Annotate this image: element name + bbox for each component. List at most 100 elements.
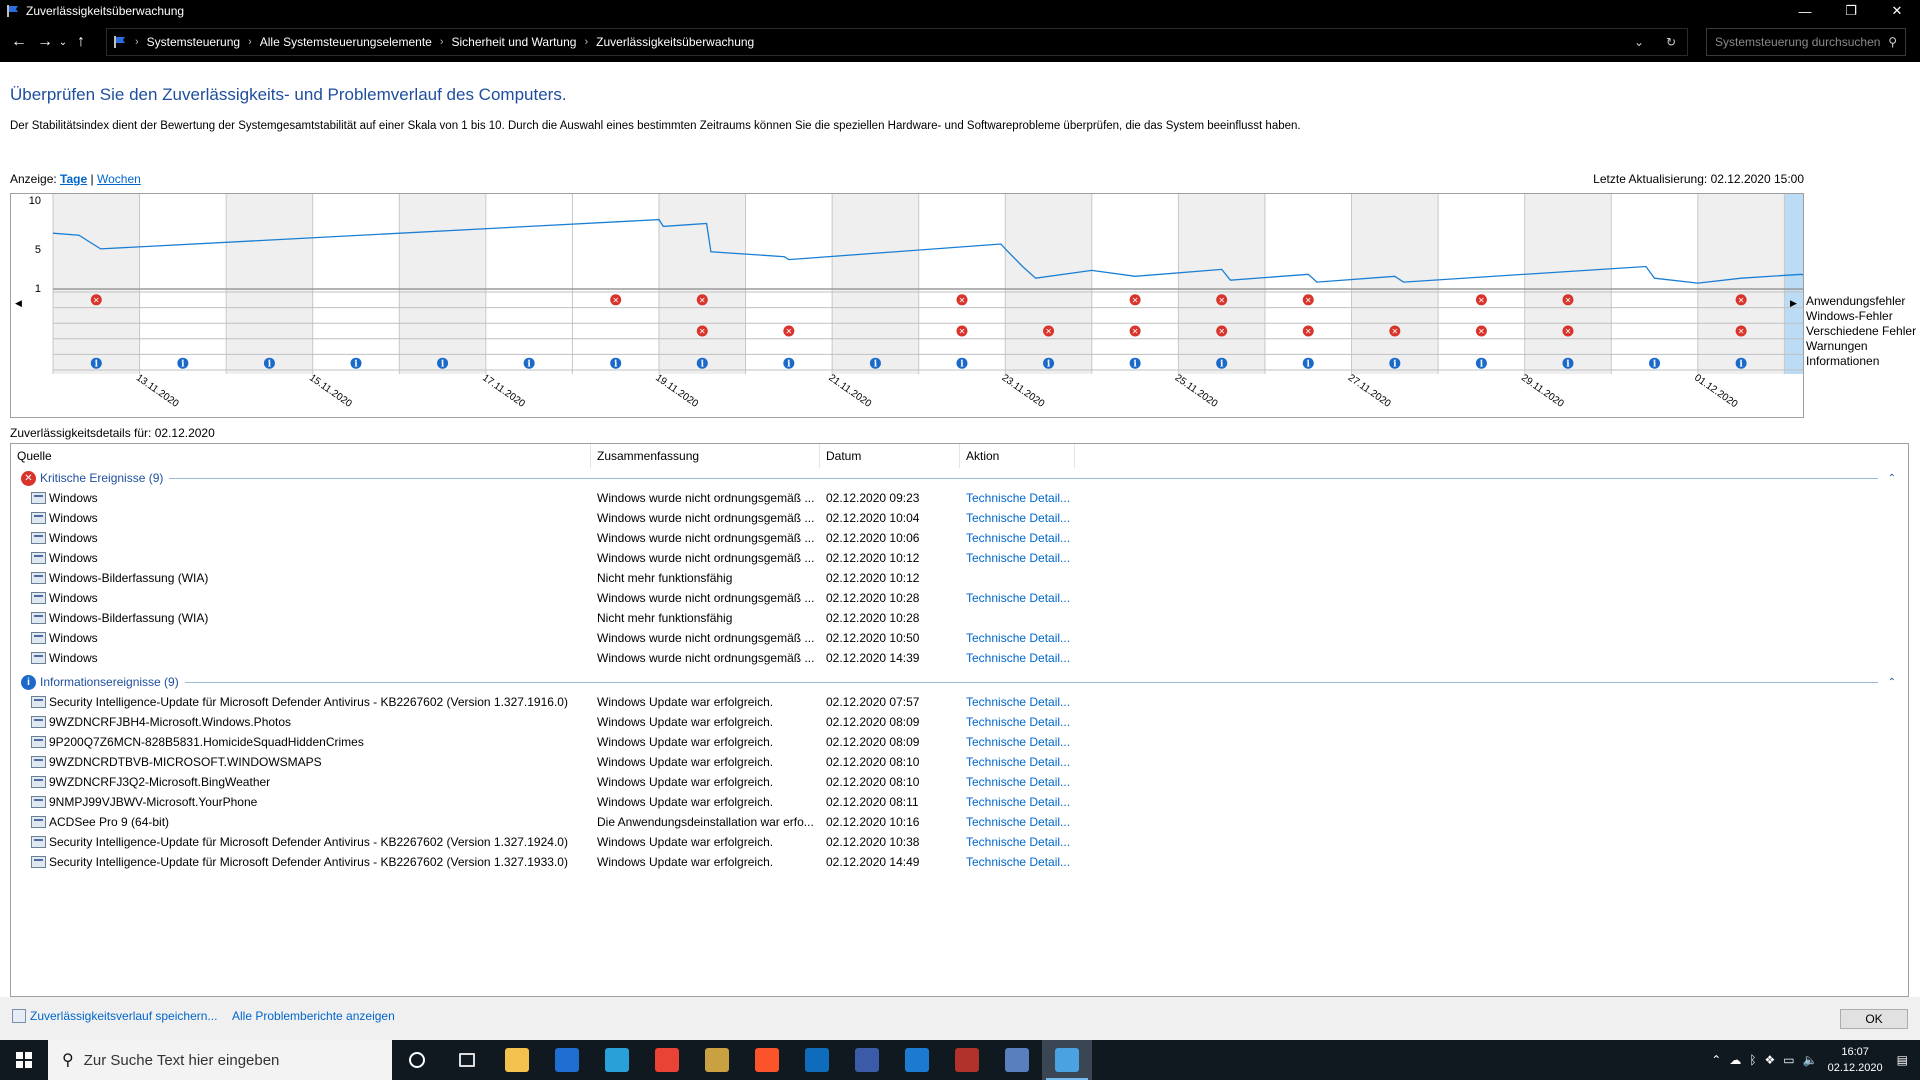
column-header-action[interactable]: Aktion — [960, 444, 1075, 468]
network-icon[interactable]: ▭ — [1783, 1053, 1794, 1067]
row-action-link[interactable]: Technische Detail... — [966, 591, 1086, 605]
breadcrumb-separator-icon[interactable]: › — [248, 36, 252, 48]
table-row[interactable]: Windows Windows wurde nicht ordnungsgemäß… — [11, 648, 1908, 668]
table-row[interactable]: Windows Windows wurde nicht ordnungsgemäß… — [11, 508, 1908, 528]
table-row[interactable]: 9WZDNCRFJBH4-Microsoft.Windows.Photos Win… — [11, 712, 1908, 732]
breadcrumb-systemsteuerung[interactable]: Systemsteuerung — [147, 35, 240, 49]
dropbox-icon[interactable]: ❖ — [1765, 1053, 1776, 1067]
row-action-link[interactable]: Technische Detail... — [966, 855, 1086, 869]
breadcrumb-security-maintenance[interactable]: Sicherheit und Wartung — [452, 35, 577, 49]
address-bar[interactable]: › Systemsteuerung › Alle Systemsteuerung… — [106, 28, 1688, 56]
view-weeks-link[interactable]: Wochen — [97, 172, 141, 186]
row-action-link[interactable]: Technische Detail... — [966, 651, 1086, 665]
breadcrumb-separator-icon[interactable]: › — [440, 36, 444, 48]
row-action-link[interactable]: Technische Detail... — [966, 531, 1086, 545]
group-header[interactable]: i Informationsereignisse (9) ⌃ — [11, 672, 1908, 692]
table-row[interactable]: Windows Windows wurde nicht ordnungsgemäß… — [11, 588, 1908, 608]
reliability-monitor-icon[interactable] — [1042, 1040, 1092, 1080]
breadcrumb-separator-icon[interactable]: › — [584, 36, 588, 48]
table-row[interactable]: 9NMPJ99VJBWV-Microsoft.YourPhone Windows … — [11, 792, 1908, 812]
column-header-date[interactable]: Datum — [820, 444, 960, 468]
title-bar: Zuverlässigkeitsüberwachung — ❐ ✕ — [0, 0, 1920, 22]
group-title[interactable]: Kritische Ereignisse (9) — [40, 471, 163, 485]
row-action-link[interactable]: Technische Detail... — [966, 551, 1086, 565]
taskbar-search-input[interactable]: ⚲ Zur Suche Text hier eingeben — [48, 1040, 392, 1080]
breadcrumb-all-items[interactable]: Alle Systemsteuerungselemente — [260, 35, 432, 49]
table-row[interactable]: 9P200Q7Z6MCN-828B5831.HomicideSquadHidde… — [11, 732, 1908, 752]
start-button[interactable] — [0, 1040, 48, 1080]
volume-icon[interactable]: 🔈 — [1803, 1053, 1818, 1067]
table-row[interactable]: Windows-Bilderfassung (WIA) Nicht mehr fu… — [11, 608, 1908, 628]
history-dropdown-icon[interactable]: ⌄ — [56, 27, 70, 57]
chart-scroll-left-icon[interactable]: ◀ — [15, 298, 22, 309]
chart-scroll-right-icon[interactable]: ▶ — [1790, 298, 1797, 309]
tray-overflow-icon[interactable]: ⌃ — [1711, 1053, 1721, 1067]
close-button[interactable]: ✕ — [1874, 0, 1920, 22]
row-action-link[interactable]: Technische Detail... — [966, 835, 1086, 849]
app-icon-1[interactable] — [692, 1040, 742, 1080]
address-dropdown-icon[interactable]: ⌄ — [1623, 35, 1655, 49]
back-arrow-icon[interactable]: ← — [8, 27, 30, 57]
stability-chart[interactable]: 1051✕✕✕✕✕✕✕✕✕✕✕✕✕✕✕✕✕✕✕✕✕✕✕iiiiiiiiiiiii… — [10, 193, 1804, 418]
table-row[interactable]: Security Intelligence-Update für Microso… — [11, 692, 1908, 712]
search-icon[interactable]: ⚲ — [1888, 35, 1897, 49]
taskbar-clock[interactable]: 16:07 02.12.2020 — [1828, 1044, 1883, 1076]
save-history-link[interactable]: Zuverlässigkeitsverlauf speichern... — [30, 1009, 217, 1023]
maximize-button[interactable]: ❐ — [1828, 0, 1874, 22]
onedrive-icon[interactable]: ☁ — [1729, 1053, 1741, 1067]
table-row[interactable]: Windows-Bilderfassung (WIA) Nicht mehr fu… — [11, 568, 1908, 588]
edge-icon[interactable] — [592, 1040, 642, 1080]
y-tick-label: 10 — [29, 195, 41, 207]
table-row[interactable]: Security Intelligence-Update für Microso… — [11, 832, 1908, 852]
row-summary: Windows wurde nicht ordnungsgemäß ... — [597, 591, 815, 605]
row-action-link[interactable]: Technische Detail... — [966, 735, 1086, 749]
row-action-link[interactable]: Technische Detail... — [966, 755, 1086, 769]
collapse-chevron-icon[interactable]: ⌃ — [1888, 473, 1896, 484]
all-reports-link[interactable]: Alle Problemberichte anzeigen — [232, 1009, 395, 1023]
outlook-icon[interactable] — [792, 1040, 842, 1080]
view-days-link[interactable]: Tage — [60, 172, 87, 186]
table-row[interactable]: Windows Windows wurde nicht ordnungsgemäß… — [11, 488, 1908, 508]
table-row[interactable]: 9WZDNCRFJ3Q2-Microsoft.BingWeather Window… — [11, 772, 1908, 792]
group-header[interactable]: ✕ Kritische Ereignisse (9) ⌃ — [11, 468, 1908, 488]
up-arrow-icon[interactable]: ↑ — [70, 27, 92, 57]
brave-icon[interactable] — [742, 1040, 792, 1080]
breadcrumb-reliability-monitor[interactable]: Zuverlässigkeitsüberwachung — [596, 35, 754, 49]
row-action-link[interactable]: Technische Detail... — [966, 815, 1086, 829]
notifications-icon[interactable]: ▤ — [1897, 1053, 1908, 1067]
app-icon-3[interactable] — [942, 1040, 992, 1080]
forward-arrow-icon[interactable]: → — [34, 27, 56, 57]
resource-monitor-icon[interactable] — [892, 1040, 942, 1080]
table-row[interactable]: Windows Windows wurde nicht ordnungsgemäß… — [11, 628, 1908, 648]
table-row[interactable]: Security Intelligence-Update für Microso… — [11, 852, 1908, 872]
table-row[interactable]: Windows Windows wurde nicht ordnungsgemäß… — [11, 528, 1908, 548]
file-explorer-icon[interactable] — [492, 1040, 542, 1080]
search-input[interactable]: Systemsteuerung durchsuchen ⚲ — [1706, 28, 1906, 56]
bluetooth-icon[interactable]: ᛒ — [1749, 1053, 1756, 1067]
row-action-link[interactable]: Technische Detail... — [966, 631, 1086, 645]
column-header-source[interactable]: Quelle — [11, 444, 591, 468]
mail-icon[interactable] — [542, 1040, 592, 1080]
task-view-icon[interactable] — [442, 1040, 492, 1080]
table-row[interactable]: 9WZDNCRDTBVB-MICROSOFT.WINDOWSMAPS Window… — [11, 752, 1908, 772]
row-action-link[interactable]: Technische Detail... — [966, 775, 1086, 789]
ok-button[interactable]: OK — [1840, 1009, 1908, 1029]
app-icon-4[interactable] — [992, 1040, 1042, 1080]
chrome-icon[interactable] — [642, 1040, 692, 1080]
app-icon-2[interactable] — [842, 1040, 892, 1080]
table-row[interactable]: ACDSee Pro 9 (64-bit) Die Anwendungsdeins… — [11, 812, 1908, 832]
row-action-link[interactable]: Technische Detail... — [966, 695, 1086, 709]
group-title[interactable]: Informationsereignisse (9) — [40, 675, 179, 689]
error-x-glyph: ✕ — [1305, 327, 1312, 336]
refresh-icon[interactable]: ↻ — [1655, 35, 1687, 49]
column-header-summary[interactable]: Zusammenfassung — [591, 444, 820, 468]
stability-chart-svg[interactable]: 1051✕✕✕✕✕✕✕✕✕✕✕✕✕✕✕✕✕✕✕✕✕✕✕iiiiiiiiiiiii… — [11, 194, 1803, 417]
row-action-link[interactable]: Technische Detail... — [966, 511, 1086, 525]
minimize-button[interactable]: — — [1782, 0, 1828, 22]
table-row[interactable]: Windows Windows wurde nicht ordnungsgemäß… — [11, 548, 1908, 568]
cortana-icon[interactable] — [392, 1040, 442, 1080]
row-action-link[interactable]: Technische Detail... — [966, 715, 1086, 729]
row-action-link[interactable]: Technische Detail... — [966, 795, 1086, 809]
row-action-link[interactable]: Technische Detail... — [966, 491, 1086, 505]
collapse-chevron-icon[interactable]: ⌃ — [1888, 677, 1896, 688]
